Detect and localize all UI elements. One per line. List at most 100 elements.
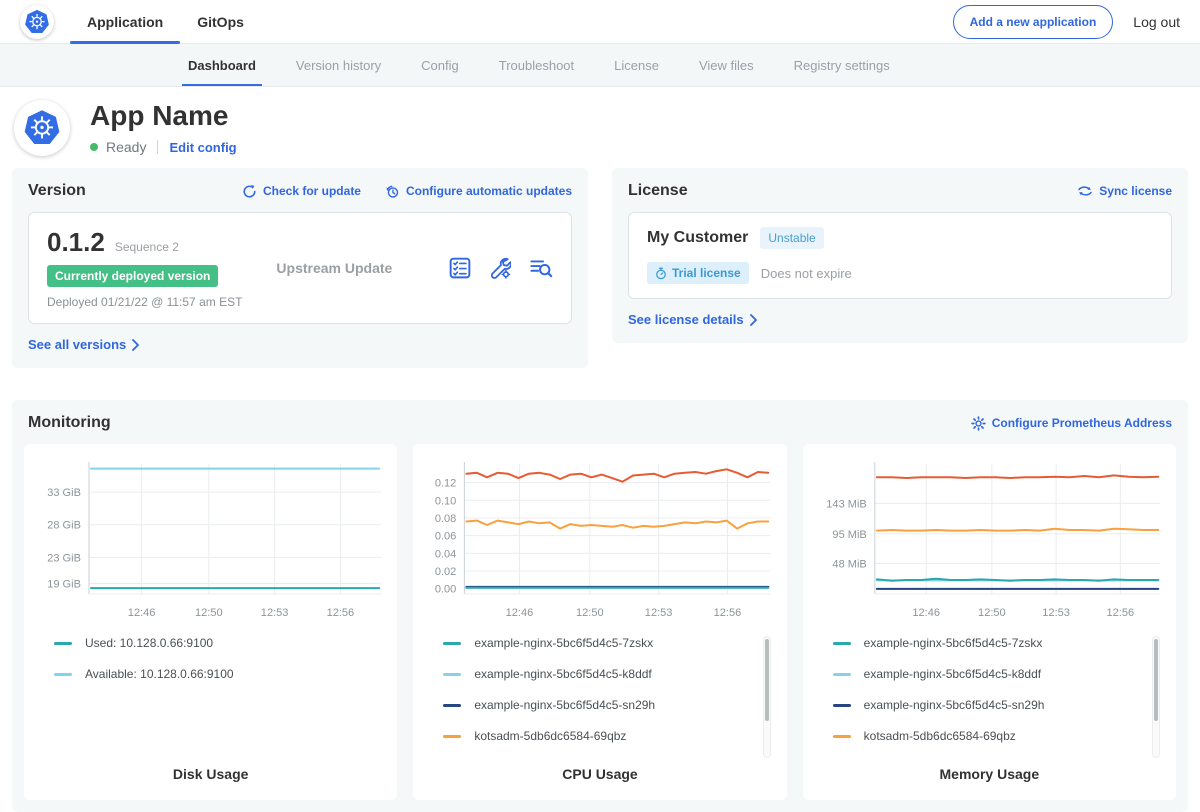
page-title: App Name bbox=[90, 100, 237, 132]
scrollbar-thumb[interactable] bbox=[1154, 639, 1158, 721]
disk-usage-chart-card: 19 GiB23 GiB28 GiB33 GiB12:4612:5012:531… bbox=[24, 444, 397, 800]
link-label: Sync license bbox=[1099, 184, 1172, 198]
add-application-button[interactable]: Add a new application bbox=[953, 5, 1114, 39]
svg-text:12:56: 12:56 bbox=[327, 607, 355, 619]
svg-text:0.00: 0.00 bbox=[435, 584, 456, 596]
svg-text:12:46: 12:46 bbox=[506, 607, 534, 619]
sequence-label: Sequence 2 bbox=[115, 240, 179, 254]
chevron-right-icon bbox=[749, 314, 758, 326]
tab-license[interactable]: License bbox=[594, 44, 679, 86]
tab-registry-settings[interactable]: Registry settings bbox=[774, 44, 910, 86]
legend-item: Available: 10.128.0.66:9100 bbox=[54, 667, 387, 681]
channel-badge: Unstable bbox=[760, 227, 823, 249]
clock-refresh-icon bbox=[385, 184, 400, 199]
cpu-usage-chart: 0.000.020.040.060.080.100.1212:4612:5012… bbox=[423, 458, 776, 626]
cpu-usage-legend: example-nginx-5bc6f5d4c5-7zskx example-ng… bbox=[423, 636, 776, 762]
license-type-badge: Trial license bbox=[647, 262, 749, 284]
legend-label: kotsadm-5db6dc6584-69qbz bbox=[474, 729, 626, 743]
charts-row: 19 GiB23 GiB28 GiB33 GiB12:4612:5012:531… bbox=[24, 444, 1176, 800]
legend-scrollbar[interactable] bbox=[1152, 636, 1160, 758]
svg-text:0.08: 0.08 bbox=[435, 513, 456, 525]
legend-label: example-nginx-5bc6f5d4c5-7zskx bbox=[474, 636, 653, 650]
chart-line bbox=[467, 469, 769, 481]
license-expiry: Does not expire bbox=[761, 266, 852, 281]
link-label: Configure automatic updates bbox=[406, 184, 572, 198]
logout-button[interactable]: Log out bbox=[1133, 14, 1180, 30]
legend-item: example-nginx-5bc6f5d4c5-sn29h bbox=[833, 698, 1166, 712]
cards-row: Version Check for update bbox=[0, 168, 1200, 368]
memory-usage-chart: 48 MiB95 MiB143 MiB12:4612:5012:5312:56 bbox=[813, 458, 1166, 626]
top-nav-right: Add a new application Log out bbox=[953, 5, 1180, 39]
monitoring-section: Monitoring Configure Prometheus Address … bbox=[12, 400, 1188, 812]
edit-config-link[interactable]: Edit config bbox=[169, 140, 236, 155]
version-card-title: Version bbox=[28, 182, 86, 200]
legend-label: example-nginx-5bc6f5d4c5-7zskx bbox=[864, 636, 1043, 650]
customer-name: My Customer bbox=[647, 229, 748, 247]
scrollbar-thumb[interactable] bbox=[765, 639, 769, 721]
deployed-badge: Currently deployed version bbox=[47, 265, 218, 287]
legend-label: example-nginx-5bc6f5d4c5-k8ddf bbox=[474, 667, 651, 681]
top-nav-tabs: Application GitOps bbox=[70, 0, 261, 44]
license-box: My Customer Unstable Trial license Does … bbox=[628, 212, 1172, 299]
svg-text:12:50: 12:50 bbox=[576, 607, 604, 619]
legend-label: Used: 10.128.0.66:9100 bbox=[85, 636, 213, 650]
svg-text:95 MiB: 95 MiB bbox=[832, 529, 866, 541]
nav-tab-label: GitOps bbox=[197, 14, 244, 30]
memory-usage-chart-card: 48 MiB95 MiB143 MiB12:4612:5012:5312:56 … bbox=[803, 444, 1176, 800]
see-license-details-link[interactable]: See license details bbox=[628, 312, 758, 327]
divider bbox=[157, 140, 158, 154]
svg-text:33 GiB: 33 GiB bbox=[47, 487, 81, 499]
svg-text:0.02: 0.02 bbox=[435, 566, 456, 578]
legend-item: example-nginx-5bc6f5d4c5-sn29h bbox=[443, 698, 776, 712]
config-wrench-icon[interactable] bbox=[489, 257, 511, 279]
version-source: Upstream Update bbox=[276, 260, 392, 276]
disk-usage-legend: Used: 10.128.0.66:9100 Available: 10.128.… bbox=[34, 636, 387, 762]
chart-line bbox=[876, 529, 1157, 531]
cpu-usage-chart-card: 0.000.020.040.060.080.100.1212:4612:5012… bbox=[413, 444, 786, 800]
license-card-title: License bbox=[628, 182, 688, 200]
memory-usage-legend: example-nginx-5bc6f5d4c5-7zskx example-ng… bbox=[813, 636, 1166, 762]
svg-text:143 MiB: 143 MiB bbox=[826, 498, 866, 510]
svg-text:12:56: 12:56 bbox=[714, 607, 742, 619]
tab-view-files[interactable]: View files bbox=[679, 44, 774, 86]
top-nav: Application GitOps Add a new application… bbox=[0, 0, 1200, 44]
kubernetes-logo[interactable] bbox=[20, 5, 54, 39]
check-for-update-link[interactable]: Check for update bbox=[242, 184, 361, 199]
tab-version-history[interactable]: Version history bbox=[276, 44, 401, 86]
tab-dashboard[interactable]: Dashboard bbox=[168, 44, 276, 86]
link-label: Configure Prometheus Address bbox=[992, 416, 1172, 430]
version-number: 0.1.2 bbox=[47, 227, 105, 258]
legend-item: example-nginx-5bc6f5d4c5-7zskx bbox=[443, 636, 776, 650]
legend-item: kotsadm-5db6dc6584-69qbz bbox=[833, 729, 1166, 743]
nav-tab-gitops[interactable]: GitOps bbox=[180, 0, 261, 44]
disk-usage-chart: 19 GiB23 GiB28 GiB33 GiB12:4612:5012:531… bbox=[34, 458, 387, 626]
configure-prometheus-link[interactable]: Configure Prometheus Address bbox=[971, 416, 1172, 431]
svg-text:12:53: 12:53 bbox=[261, 607, 289, 619]
chevron-right-icon bbox=[131, 339, 140, 351]
legend-item: example-nginx-5bc6f5d4c5-k8ddf bbox=[443, 667, 776, 681]
legend-scrollbar[interactable] bbox=[763, 636, 771, 758]
view-logs-icon[interactable] bbox=[529, 257, 553, 279]
tab-troubleshoot[interactable]: Troubleshoot bbox=[479, 44, 594, 86]
license-card: License Sync license My Customer Unstabl… bbox=[612, 168, 1188, 343]
legend-label: example-nginx-5bc6f5d4c5-sn29h bbox=[474, 698, 655, 712]
svg-text:0.10: 0.10 bbox=[435, 495, 456, 507]
refresh-icon bbox=[242, 184, 257, 199]
svg-text:48 MiB: 48 MiB bbox=[832, 559, 866, 571]
stopwatch-icon bbox=[655, 267, 667, 280]
see-all-versions-link[interactable]: See all versions bbox=[28, 337, 140, 352]
preflight-checks-icon[interactable] bbox=[449, 257, 471, 279]
sync-license-link[interactable]: Sync license bbox=[1077, 184, 1172, 198]
svg-text:12:50: 12:50 bbox=[195, 607, 223, 619]
badge-label: Trial license bbox=[672, 266, 741, 280]
version-card: Version Check for update bbox=[12, 168, 588, 368]
configure-automatic-updates-link[interactable]: Configure automatic updates bbox=[385, 184, 572, 199]
version-info: 0.1.2 Sequence 2 Currently deployed vers… bbox=[47, 227, 242, 309]
nav-tab-application[interactable]: Application bbox=[70, 0, 180, 44]
current-version-box: 0.1.2 Sequence 2 Currently deployed vers… bbox=[28, 212, 572, 324]
legend-swatch bbox=[833, 735, 851, 738]
legend-item: kotsadm-5db6dc6584-69qbz bbox=[443, 729, 776, 743]
tab-config[interactable]: Config bbox=[401, 44, 479, 86]
legend-label: Available: 10.128.0.66:9100 bbox=[85, 667, 234, 681]
status-label: Ready bbox=[106, 139, 146, 155]
